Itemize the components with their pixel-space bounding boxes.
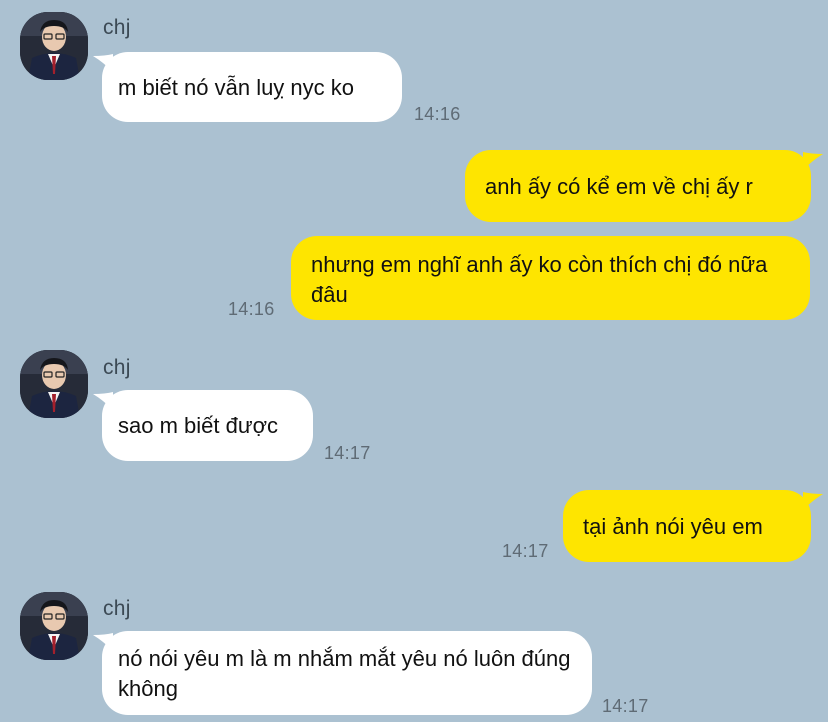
avatar[interactable] [20, 350, 88, 418]
message-text: nhưng em nghĩ anh ấy ko còn thích chị đó… [311, 252, 768, 307]
message-text: anh ấy có kể em về chị ấy r [485, 174, 753, 199]
message-timestamp: 14:17 [324, 443, 371, 463]
avatar-photo [20, 350, 88, 418]
avatar-photo [20, 592, 88, 660]
message-text: tại ảnh nói yêu em [583, 514, 763, 539]
message-bubble-incoming[interactable]: nó nói yêu m là m nhắm mắt yêu nó luôn đ… [102, 631, 592, 715]
message-bubble-outgoing[interactable]: anh ấy có kể em về chị ấy r [465, 150, 811, 222]
sender-name: chj [103, 356, 131, 379]
bubble-tail-outgoing [803, 492, 823, 510]
message-bubble-incoming[interactable]: m biết nó vẫn luỵ nyc ko [102, 52, 402, 122]
message-text: sao m biết được [118, 413, 278, 438]
sender-name: chj [103, 597, 131, 620]
sender-name: chj [103, 16, 131, 39]
message-timestamp: 14:17 [602, 696, 649, 716]
avatar[interactable] [20, 12, 88, 80]
message-timestamp: 14:16 [414, 104, 461, 124]
avatar[interactable] [20, 592, 88, 660]
message-bubble-incoming[interactable]: sao m biết được [102, 390, 313, 461]
message-timestamp: 14:16 [228, 299, 275, 319]
message-bubble-outgoing[interactable]: nhưng em nghĩ anh ấy ko còn thích chị đó… [291, 236, 810, 320]
message-timestamp: 14:17 [502, 541, 549, 561]
avatar-photo [20, 12, 88, 80]
bubble-tail-outgoing [803, 152, 823, 170]
message-text: m biết nó vẫn luỵ nyc ko [118, 75, 355, 100]
message-text: nó nói yêu m là m nhắm mắt yêu nó luôn đ… [118, 646, 571, 701]
message-bubble-outgoing[interactable]: tại ảnh nói yêu em [563, 490, 811, 562]
